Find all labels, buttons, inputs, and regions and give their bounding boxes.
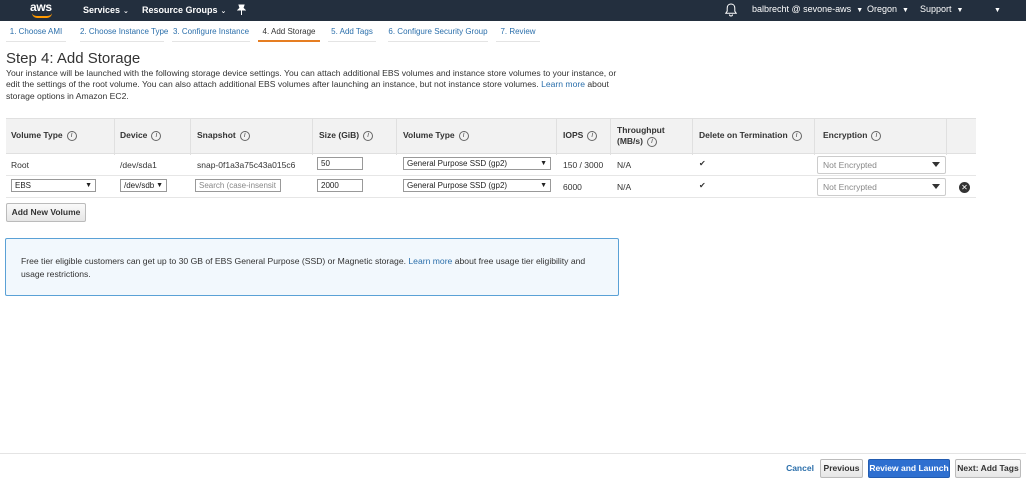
size-input[interactable]: 2000 — [317, 179, 363, 192]
throughput-text: N/A — [617, 182, 632, 192]
caret-down-icon: ▼ — [540, 160, 547, 167]
wizard-steps: 1. Choose AMI 2. Choose Instance Type 3.… — [0, 23, 560, 42]
throughput-text: N/A — [617, 160, 632, 170]
tab-choose-instance-type[interactable]: 2. Choose Instance Type — [80, 23, 168, 42]
info-icon[interactable]: i — [646, 136, 657, 147]
support-menu[interactable]: Support ▼ — [920, 4, 963, 14]
snapshot-search-input[interactable]: Search (case-insensit — [195, 179, 281, 192]
top-navigation-bar: aws Services ⌄ Resource Groups ⌄ balbrecht… — [0, 0, 1026, 21]
info-icon[interactable]: i — [151, 130, 162, 141]
caret-down-icon: ▼ — [902, 7, 909, 14]
table-header: Volume Type i Device i Snapshot i Size (GiB… — [6, 118, 976, 155]
info-icon[interactable]: i — [66, 130, 77, 141]
caret-down-icon — [932, 162, 940, 167]
tab-add-tags[interactable]: 5. Add Tags — [328, 23, 376, 42]
caret-down-icon: ▼ — [856, 7, 864, 14]
chevron-down-icon: ⌄ — [123, 8, 129, 15]
caret-down-icon: ▼ — [156, 182, 163, 189]
tab-configure-security-group[interactable]: 6. Configure Security Group — [388, 23, 488, 42]
info-icon[interactable]: i — [587, 130, 598, 141]
caret-down-icon: ▼ — [85, 182, 92, 189]
remove-volume-icon[interactable]: ✕ — [959, 182, 970, 193]
account-menu[interactable]: balbrecht @ sevone-aws ▼ — [752, 4, 863, 14]
tab-configure-instance[interactable]: 3. Configure Instance — [172, 23, 250, 42]
region-menu[interactable]: Oregon ▼ — [867, 4, 909, 14]
device-select[interactable]: /dev/sdb ▼ — [120, 179, 167, 192]
info-icon[interactable]: i — [363, 130, 374, 141]
add-new-volume-button[interactable]: Add New Volume — [6, 203, 86, 222]
table-row-root: Root /dev/sda1 snap-0f1a3a75c43a015c6 50… — [6, 154, 976, 176]
wizard-footer: Cancel Previous Review and Launch Next: … — [0, 453, 1026, 481]
iops-text: 6000 — [563, 182, 582, 192]
previous-button[interactable]: Previous — [820, 459, 863, 478]
volume-type-select[interactable]: EBS ▼ — [11, 179, 96, 192]
volume-kind-select[interactable]: General Purpose SSD (gp2) ▼ — [403, 179, 551, 192]
tab-choose-ami[interactable]: 1. Choose AMI — [6, 23, 66, 42]
table-row-ebs: EBS ▼ /dev/sdb ▼ Search (case-insensit 200… — [6, 176, 976, 198]
encryption-select[interactable]: Not Encrypted — [817, 178, 946, 196]
free-tier-info-box: Free tier eligible customers can get up … — [5, 238, 619, 296]
learn-more-free-tier-link[interactable]: Learn more — [408, 256, 452, 266]
cancel-button[interactable]: Cancel — [783, 459, 817, 478]
caret-down-icon: ▼ — [540, 182, 547, 189]
learn-more-storage-link[interactable]: Learn more — [541, 79, 585, 89]
page-description: Your instance will be launched with the … — [6, 68, 617, 101]
size-input[interactable]: 50 — [317, 157, 363, 170]
resource-groups-menu[interactable]: Resource Groups ⌄ — [142, 5, 226, 15]
tab-add-storage[interactable]: 4. Add Storage — [258, 23, 320, 42]
more-menu-icon[interactable]: ▼ — [994, 4, 1001, 14]
page-title: Step 4: Add Storage — [6, 50, 141, 67]
next-add-tags-button[interactable]: Next: Add Tags — [955, 459, 1021, 478]
caret-down-icon: ▼ — [956, 7, 964, 14]
notification-bell-icon[interactable] — [724, 3, 738, 17]
header-iops: IOPS i — [563, 130, 598, 141]
info-icon[interactable]: i — [239, 130, 250, 141]
volume-kind-select[interactable]: General Purpose SSD (gp2) ▼ — [403, 157, 551, 170]
header-volume-type: Volume Type i — [11, 130, 77, 141]
review-and-launch-button[interactable]: Review and Launch — [868, 459, 950, 478]
encryption-select[interactable]: Not Encrypted — [817, 156, 946, 174]
chevron-down-icon: ⌄ — [220, 8, 227, 15]
iops-text: 150 / 3000 — [563, 160, 604, 170]
header-snapshot: Snapshot i — [197, 130, 250, 141]
header-size: Size (GiB) i — [319, 130, 374, 141]
volume-type-text: Root — [11, 160, 29, 170]
info-icon[interactable]: i — [458, 130, 469, 141]
aws-logo[interactable]: aws — [30, 1, 56, 20]
device-text: /dev/sda1 — [120, 160, 157, 170]
aws-smile-icon — [32, 13, 52, 18]
header-delete-on-termination: Delete on Termination i — [699, 130, 802, 141]
delete-on-termination-checkbox[interactable]: ✔ — [699, 160, 707, 168]
services-menu[interactable]: Services ⌄ — [83, 5, 129, 15]
tab-review[interactable]: 7. Review — [496, 23, 540, 42]
info-icon[interactable]: i — [871, 130, 882, 141]
delete-on-termination-checkbox[interactable]: ✔ — [699, 182, 707, 190]
info-icon[interactable]: i — [791, 130, 802, 141]
header-throughput: Throughput (MB/s) i — [617, 125, 665, 147]
header-volume-kind: Volume Type i — [403, 130, 469, 141]
pin-icon[interactable] — [236, 4, 247, 17]
caret-down-icon — [932, 184, 940, 189]
header-encryption: Encryption i — [823, 130, 882, 141]
snapshot-text: snap-0f1a3a75c43a015c6 — [197, 160, 296, 170]
header-device: Device i — [120, 130, 162, 141]
